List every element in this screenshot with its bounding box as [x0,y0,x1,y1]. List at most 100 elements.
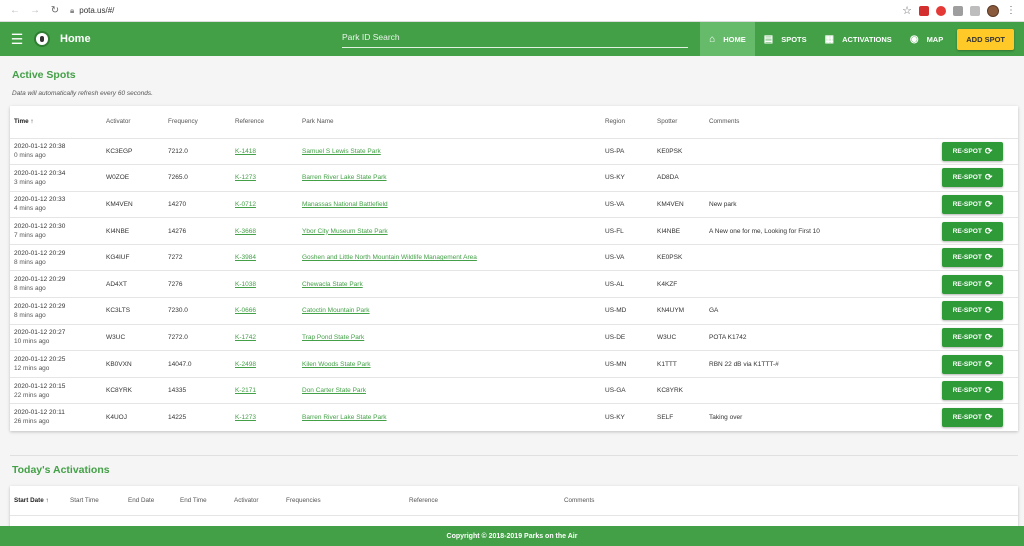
cell-reference: K-2498 [231,350,298,378]
park-link[interactable]: Barren River Lake State Park [302,174,387,181]
col-activator[interactable]: Activator [230,485,282,517]
cell-frequency: 14276 [164,217,231,245]
cell-activator: KC8YRK [102,377,164,405]
col-end-date[interactable]: End Date [124,485,176,517]
re-spot-button[interactable]: RE-SPOT ⟳ [942,381,1003,401]
footer-copyright: Copyright © 2018-2019 Parks on the Air [446,532,578,540]
cell-spotter: SELF [657,413,674,421]
extension-icon[interactable] [919,5,929,16]
refresh-icon: ⟳ [984,225,993,236]
extension-icon[interactable] [970,5,980,16]
col-reference[interactable]: Reference [231,106,298,139]
col-start-date[interactable]: Start Date ↑ [10,485,66,517]
table-row: 2020-01-12 20:38 0 mins ago KC3EGP 7212.0 K-… [10,138,1018,166]
park-link[interactable]: Manassas National Battlefield [302,201,388,208]
nav-spots[interactable]: ▤ SPOTS [755,22,816,56]
reference-link[interactable]: K-3668 [235,228,256,235]
col-end-time[interactable]: End Time [176,485,230,517]
park-link[interactable]: Don Carter State Park [302,387,366,394]
re-spot-button[interactable]: RE-SPOT ⟳ [942,194,1003,214]
reference-link[interactable]: K-2498 [235,361,256,368]
cell-spotter: KM4VEN [653,191,705,219]
table-row: 2020-01-12 20:30 7 mins ago KI4NBE 14276 K-3… [10,217,1018,245]
nav-map[interactable]: ◉ MAP [901,22,952,56]
re-spot-button[interactable]: RE-SPOT ⟳ [942,301,1003,321]
reference-link[interactable]: K-1273 [235,174,256,181]
col-frequency[interactable]: Frequency [164,106,231,139]
reference-link[interactable]: K-0712 [235,201,256,208]
cell-region: US-KY [601,164,653,192]
activations-title: Today's Activations [12,463,110,476]
re-spot-label: RE-SPOT [952,227,982,235]
re-spot-button[interactable]: RE-SPOT ⟳ [942,407,1003,427]
reference-link[interactable]: K-0666 [235,307,256,314]
cell-time: 2020-01-12 20:15 22 mins ago [10,377,102,405]
re-spot-button[interactable]: RE-SPOT ⟳ [942,354,1003,374]
col-frequencies[interactable]: Frequencies [282,485,405,517]
col-start-time[interactable]: Start Time [66,485,124,517]
cell-action: RE-SPOT ⟳ [938,191,1018,219]
park-link[interactable]: Kilen Woods State Park [302,361,371,368]
col-park-name[interactable]: Park Name [298,106,601,139]
cell-activator: KG4IUF [102,244,164,272]
active-spots-table-card: Time ↑ Activator Frequency Reference Par… [10,106,1018,431]
browser-menu-icon[interactable]: ⋮ [1006,5,1016,16]
back-icon[interactable]: ← [8,5,22,16]
cell-park-name: Manassas National Battlefield [298,191,601,219]
park-link[interactable]: Chewacla State Park [302,281,363,288]
park-id-search-input[interactable] [342,29,688,45]
park-link[interactable]: Ybor City Museum State Park [302,228,388,235]
cell-time: 2020-01-12 20:33 4 mins ago [10,191,102,219]
reference-link[interactable]: K-3984 [235,254,256,261]
col-time[interactable]: Time ↑ [10,106,102,139]
add-spot-button[interactable]: ADD SPOT [957,28,1014,50]
cell-comments [705,377,938,405]
col-region[interactable]: Region [601,106,653,139]
park-link[interactable]: Catoctin Mountain Park [302,307,370,314]
cell-park-name: Barren River Lake State Park [298,404,601,431]
profile-avatar[interactable] [987,4,999,17]
cell-region: US-DE [601,324,653,352]
re-spot-button[interactable]: RE-SPOT ⟳ [942,221,1003,241]
time-ago: 7 mins ago [14,232,46,240]
re-spot-button[interactable]: RE-SPOT ⟳ [942,327,1003,347]
re-spot-label: RE-SPOT [952,360,982,368]
park-link[interactable]: Samuel S Lewis State Park [302,148,381,155]
cell-park-name: Barren River Lake State Park [298,164,601,192]
cell-park-name: Trap Pond State Park [298,324,601,352]
reference-link[interactable]: K-1742 [235,334,256,341]
col-activator[interactable]: Activator [102,106,164,139]
col-comments[interactable]: Comments [705,106,938,139]
reference-link[interactable]: K-1038 [235,281,256,288]
park-link[interactable]: Barren River Lake State Park [302,414,387,421]
extension-icon[interactable] [953,5,963,16]
cell-spotter: KN4UYM [653,297,705,325]
cell-action: RE-SPOT ⟳ [938,324,1018,352]
browser-toolbar: ← → ↻ 🔒︎ pota.us/#/ ☆ ⋮ [0,0,1024,22]
park-link[interactable]: Trap Pond State Park [302,334,364,341]
reference-link[interactable]: K-1273 [235,414,256,421]
reload-icon[interactable]: ↻ [48,5,62,16]
refresh-icon: ⟳ [984,278,993,289]
section-divider [10,454,1018,456]
re-spot-button[interactable]: RE-SPOT ⟳ [942,274,1003,294]
address-bar[interactable]: 🔒︎ pota.us/#/ [70,6,894,16]
bookmark-star-icon[interactable]: ☆ [902,4,912,17]
time-ago: 8 mins ago [14,311,46,319]
col-spotter[interactable]: Spotter [653,106,705,139]
forward-icon[interactable]: → [28,5,42,16]
re-spot-button[interactable]: RE-SPOT ⟳ [942,248,1003,268]
reference-link[interactable]: K-2171 [235,387,256,394]
reference-link[interactable]: K-1418 [235,148,256,155]
opera-extension-icon[interactable] [936,5,946,16]
pota-logo [34,31,50,47]
cell-comments: POTA K1742 [705,324,938,352]
col-reference[interactable]: Reference [405,485,560,517]
nav-home[interactable]: ⌂ HOME [700,22,755,56]
park-link[interactable]: Goshen and Little North Mountain Wildlif… [302,254,477,261]
nav-activations[interactable]: ▦ ACTIVATIONS [816,22,901,56]
col-comments[interactable]: Comments [560,485,1018,517]
re-spot-button[interactable]: RE-SPOT ⟳ [942,168,1003,188]
hamburger-menu-icon[interactable]: ☰ [0,31,34,48]
re-spot-button[interactable]: RE-SPOT ⟳ [942,141,1003,161]
